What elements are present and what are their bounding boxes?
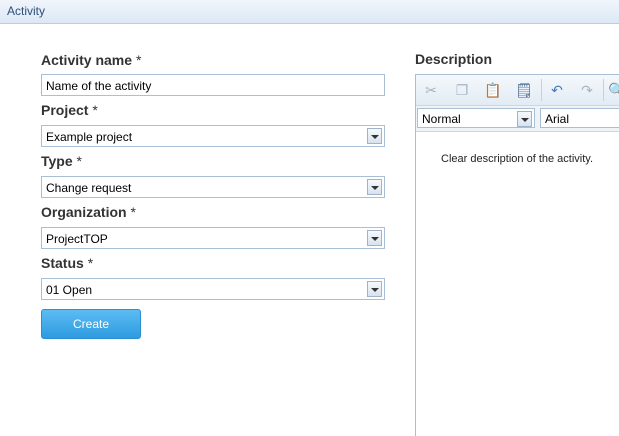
toolbar-divider	[603, 79, 604, 101]
description-editor: ✂ ❐ 📋 🗒 ↶ ↷ 🔍 Normal Arial Clear descrip…	[415, 74, 619, 436]
status-value: 01 Open	[46, 283, 93, 297]
chevron-down-icon[interactable]	[367, 179, 382, 195]
status-select[interactable]: 01 Open	[41, 278, 385, 300]
status-label: Status *	[41, 255, 94, 271]
chevron-down-icon[interactable]	[367, 281, 382, 297]
format-select[interactable]: Normal	[417, 108, 535, 128]
chevron-down-icon[interactable]	[367, 128, 382, 144]
paste-word-icon[interactable]: 🗒	[515, 81, 533, 99]
find-icon[interactable]: 🔍	[608, 81, 619, 99]
copy-icon[interactable]: ❐	[453, 81, 471, 99]
font-select[interactable]: Arial	[540, 108, 619, 128]
create-button[interactable]: Create	[41, 309, 141, 339]
editor-toolbar: ✂ ❐ 📋 🗒 ↶ ↷ 🔍	[416, 75, 619, 106]
type-value: Change request	[46, 181, 132, 195]
chevron-down-icon[interactable]	[517, 111, 532, 127]
type-select[interactable]: Change request	[41, 176, 385, 198]
window-title: Activity	[7, 4, 46, 18]
organization-label: Organization *	[41, 204, 136, 220]
organization-value: ProjectTOP	[46, 232, 108, 246]
description-content[interactable]: Clear description of the activity.	[441, 153, 593, 165]
editor-format-bar: Normal Arial	[416, 106, 619, 132]
description-label: Description	[415, 51, 493, 67]
type-label: Type *	[41, 153, 82, 169]
cut-icon[interactable]: ✂	[422, 81, 440, 99]
chevron-down-icon[interactable]	[367, 230, 382, 246]
project-value: Example project	[46, 130, 133, 144]
format-value: Normal	[422, 112, 461, 126]
activity-name-value: Name of the activity	[46, 79, 152, 93]
undo-icon[interactable]: ↶	[548, 81, 566, 99]
activity-name-input[interactable]: Name of the activity	[41, 74, 385, 96]
font-value: Arial	[545, 112, 570, 126]
activity-name-label: Activity name *	[41, 52, 142, 68]
project-select[interactable]: Example project	[41, 125, 385, 147]
toolbar-divider	[541, 79, 542, 101]
window-titlebar: Activity	[0, 0, 619, 24]
paste-icon[interactable]: 📋	[484, 81, 502, 99]
redo-icon[interactable]: ↷	[578, 81, 596, 99]
organization-select[interactable]: ProjectTOP	[41, 227, 385, 249]
project-label: Project *	[41, 102, 98, 118]
